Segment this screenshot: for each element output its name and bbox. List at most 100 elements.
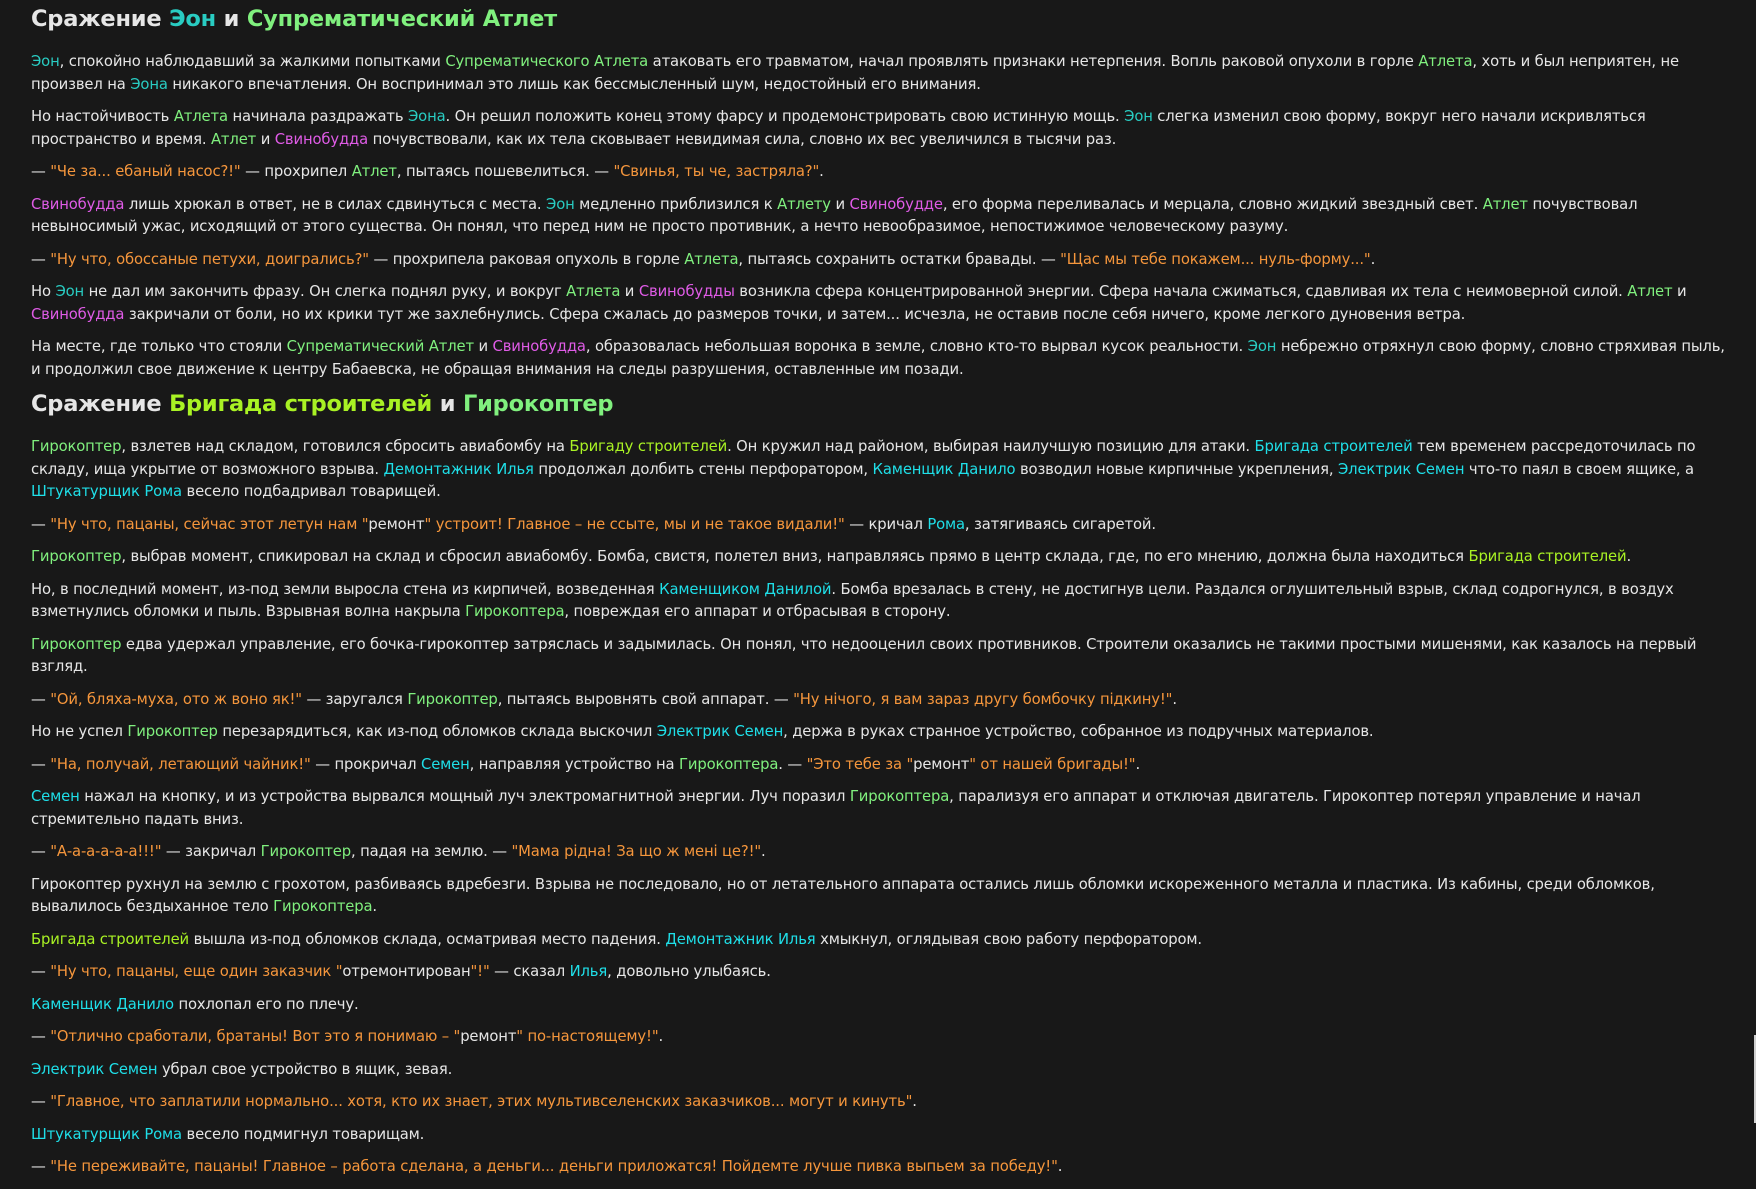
eon-text: Эон [546,195,575,213]
athlete-text: Атлета [1418,53,1473,70]
worker-text: Демонтажник Илья [665,930,816,948]
heading-segment: Эон [169,6,216,32]
story-paragraph: Но, в последний момент, из-под земли выр… [31,579,1731,624]
section-heading: Сражение Бригада строителей и Гирокоптер [31,391,1731,417]
narration-text: — прокричал [310,755,422,773]
worker-text: Бригада строителей [1254,438,1413,455]
narration-text: . [1626,548,1632,565]
swine-buddha-text: Свинобудде [849,195,943,213]
narration-text: , пытаясь пошевелиться. — [396,163,614,180]
athlete-text: Гирокоптера [273,898,373,915]
narration-text: — [31,515,51,533]
narration-text: весело подбадривал товарищей. [181,483,441,500]
quote-text: "Ну что, пацаны, еще один заказчик " [50,963,343,980]
eon-text: Эон [1124,108,1153,125]
quote-text: "Главное, что заплатили нормально... хот… [50,1093,913,1110]
story-paragraph: — "На, получай, летающий чайник!" — прок… [31,754,1731,777]
narration-text: — [31,250,51,268]
swine-buddha-text: Свинобудда [31,195,125,213]
narration-text: убрал свое устройство в ящик, зевая. [157,1060,453,1078]
narration-text: , спокойно наблюдавший за жалкими попытк… [59,53,446,70]
eon-text: Эон [31,53,60,70]
quote-text: "Че за... ебаный насос?!" [50,163,241,180]
narration-text: — заругался [301,690,408,708]
heading-segment: Бригада строителей [169,391,433,417]
narration-text: , затягиваясь сигаретой. [964,515,1156,533]
narration-text: начинала раздражать [227,108,408,125]
narration-text: , взлетев над складом, готовился сбросит… [121,438,570,455]
quote-text: " от нашей бригады!" [969,755,1136,773]
narration-text: отремонтирован [342,963,471,980]
narration-text: — [31,1093,51,1110]
narration-text: , направляя устройство на [469,755,679,773]
narration-text: , образовалась небольшая воронка в земле… [585,338,1248,355]
narration-text: . [1057,1158,1063,1175]
narration-text: — прохрипела раковая опухоль в горле [368,250,685,268]
narration-text: — [31,843,51,860]
narration-text: медленно приблизился к [574,195,778,213]
story-paragraph: — "Не переживайте, пацаны! Главное – раб… [31,1156,1731,1179]
narration-text: нажал на кнопку, и из устройства вырвалс… [79,788,850,805]
narration-text: — [31,1028,51,1045]
narration-text: . Он решил положить конец этому фарсу и … [445,108,1125,125]
eon-text: Эон [1247,338,1277,355]
narration-text: . — [778,755,807,773]
narration-text: . [912,1093,917,1110]
narration-text: , падая на землю. — [351,843,512,860]
narration-text: — кричал [844,515,928,533]
worker-text: Штукатурщик Рома [31,483,182,500]
story-content: Сражение Эон и Супрематический Атлет Эон,… [31,0,1731,1189]
athlete-text: Гирокоптер [260,843,352,860]
quote-text: "Ну нічого, я вам зараз другу бомбочку п… [793,690,1173,708]
narration-text: никакого впечатления. Он воспринимал это… [167,75,981,93]
athlete-text: Атлету [777,195,831,213]
brigade-text: Бригаду строителей [569,438,728,455]
story-paragraph: Гирокоптер рухнул на землю с грохотом, р… [31,874,1731,919]
worker-text: Рома [927,515,965,533]
narration-text: Но настойчивость [31,108,174,125]
narration-text: почувствовали, как их тела сковывает нев… [368,130,1117,148]
story-paragraph: Свинобудда лишь хрюкал в ответ, не в сил… [31,194,1731,239]
worker-text: Каменщик Данило [31,995,174,1013]
athlete-text: Атлета [684,250,739,268]
narration-text: Но не успел [31,723,128,740]
story-paragraph: — "А-а-а-а-а-а!!!" — закричал Гирокоптер… [31,841,1731,864]
narration-text: , держа в руках странное устройство, соб… [783,723,1374,740]
story-paragraph: — "Че за... ебаный насос?!" — прохрипел … [31,161,1731,184]
worker-text: Электрик Семен [31,1060,158,1078]
narration-text: не дал им закончить фразу. Он слегка под… [84,283,567,300]
swine-buddha-text: Свинобудда [274,130,369,148]
narration-text: — [31,963,51,980]
story-paragraph: — "Главное, что заплатили нормально... х… [31,1091,1731,1114]
worker-text: Демонтажник Илья [383,460,534,478]
section-heading: Сражение Эон и Супрематический Атлет [31,6,1731,32]
quote-text: "Не переживайте, пацаны! Главное – работ… [50,1158,1058,1175]
athlete-text: Гирокоптера [849,788,950,805]
brigade-text: Бригада строителей [1468,548,1627,565]
narration-text: . [1135,755,1140,773]
quote-text: " по-настоящему!" [516,1028,659,1045]
athlete-text: Атлета [566,283,621,300]
narration-text: и [473,338,493,355]
narration-text: — прохрипел [240,163,352,180]
quote-text: "На, получай, летающий чайник!" [50,755,311,773]
story-paragraph: Гирокоптер, выбрав момент, спикировал на… [31,546,1731,569]
narration-text: , его форма переливалась и мерцала, слов… [942,195,1483,213]
quote-text: "Ну что, обоссаные петухи, доигрались?" [50,250,369,268]
eon-text: Эона [408,108,446,125]
athlete-text: Гирокоптер [31,548,122,565]
narration-text: , довольно улыбаясь. [607,963,771,980]
athlete-text: Гирокоптера [465,603,565,620]
quote-text: "Мама рідна! За що ж мені це?!" [511,843,762,860]
narration-text: едва удержал управление, его бочка-гирок… [31,635,1697,676]
worker-text: Семен [421,755,470,773]
narration-text: . [761,843,766,860]
story-paragraph: Электрик Семен убрал свое устройство в я… [31,1059,1731,1082]
narration-text: весело подмигнул товарищам. [181,1125,425,1143]
story-paragraph: Эон, спокойно наблюдавший за жалкими поп… [31,51,1731,96]
narration-text: . Он кружил над районом, выбирая наилучш… [727,438,1255,455]
narration-text: и [830,195,850,213]
quote-text: "!" [470,963,490,980]
swine-buddha-text: Свинобудда [492,338,586,355]
worker-text: Семен [31,788,80,805]
